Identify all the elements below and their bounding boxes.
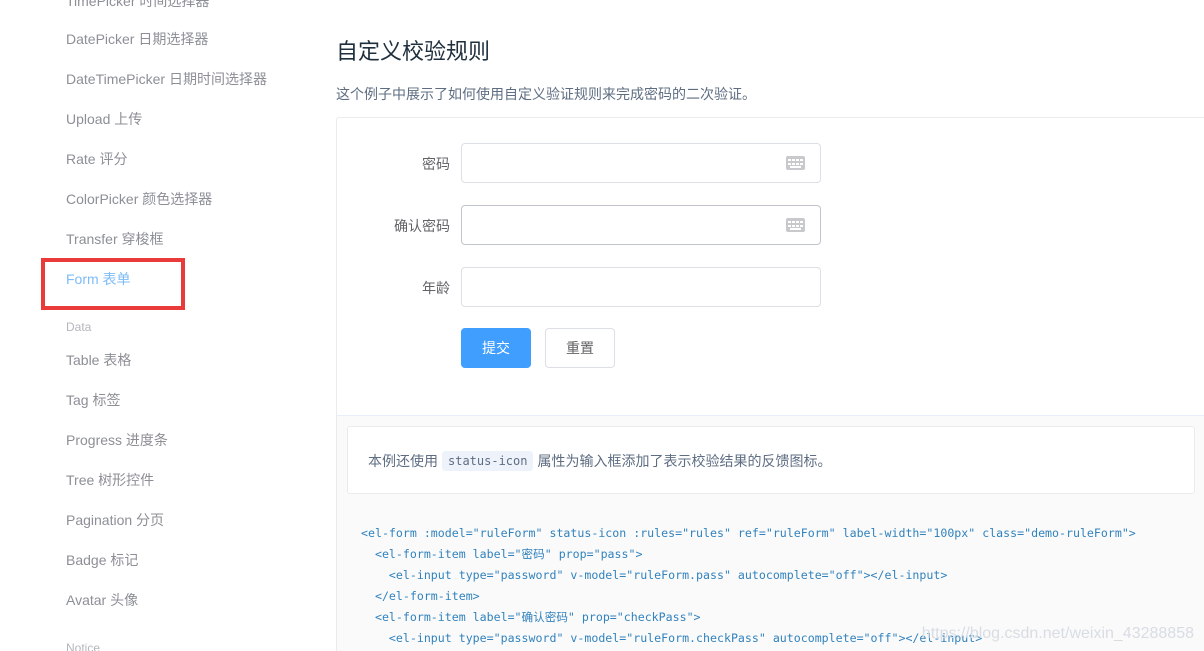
- meta-desc-after: 属性为输入框添加了表示校验结果的反馈图标。: [537, 453, 832, 469]
- sidebar-item-tag[interactable]: Tag 标签: [66, 390, 120, 410]
- sidebar-group-data: Data: [66, 320, 92, 334]
- code-line: <el-form-item label="密码" prop="pass">: [361, 547, 643, 561]
- password-input[interactable]: [461, 143, 821, 183]
- code-line: <el-form :model="ruleForm" status-icon :…: [361, 526, 1136, 540]
- sidebar-item-rate[interactable]: Rate 评分: [66, 149, 127, 169]
- sidebar-item-badge[interactable]: Badge 标记: [66, 550, 138, 570]
- highlight-annotation-box: [41, 258, 185, 310]
- meta-desc-before: 本例还使用: [368, 453, 438, 469]
- code-line: <el-input type="password" v-model="ruleF…: [361, 568, 948, 582]
- demo-form: 密码 确认密码 年龄 提交 重置: [337, 118, 1204, 415]
- sidebar-item-progress[interactable]: Progress 进度条: [66, 430, 168, 450]
- demo-block: 密码 确认密码 年龄 提交 重置 本例还使用 status-icon 属性为输入…: [336, 117, 1204, 651]
- age-input[interactable]: [461, 267, 821, 307]
- sidebar-item-datetimepicker[interactable]: DateTimePicker 日期时间选择器: [66, 69, 267, 89]
- sidebar-item-datepicker[interactable]: DatePicker 日期选择器: [66, 29, 208, 49]
- sidebar-item-avatar[interactable]: Avatar 头像: [66, 590, 138, 610]
- demo-meta: 本例还使用 status-icon 属性为输入框添加了表示校验结果的反馈图标。 …: [337, 415, 1204, 651]
- page-description: 这个例子中展示了如何使用自定义验证规则来完成密码的二次验证。: [336, 86, 756, 102]
- keyboard-icon: [786, 218, 805, 232]
- sidebar-item-pagination[interactable]: Pagination 分页: [66, 510, 164, 530]
- code-line: </el-form-item>: [361, 589, 480, 603]
- sidebar-group-notice: Notice: [66, 641, 101, 651]
- meta-description: 本例还使用 status-icon 属性为输入框添加了表示校验结果的反馈图标。: [347, 426, 1195, 494]
- sidebar-item-table[interactable]: Table 表格: [66, 350, 131, 370]
- sidebar: TimePicker 时间选择器 DatePicker 日期选择器 DateTi…: [0, 0, 320, 651]
- sidebar-item-upload[interactable]: Upload 上传: [66, 109, 142, 129]
- page-title: 自定义校验规则: [336, 39, 491, 64]
- submit-button[interactable]: 提交: [461, 328, 531, 368]
- sidebar-item-tree[interactable]: Tree 树形控件: [66, 470, 154, 490]
- sidebar-item-timepicker[interactable]: TimePicker 时间选择器: [66, 0, 209, 11]
- watermark-text: https://blog.csdn.net/weixin_43288858: [921, 625, 1194, 642]
- sidebar-item-colorpicker[interactable]: ColorPicker 颜色选择器: [66, 189, 212, 209]
- sidebar-item-transfer[interactable]: Transfer 穿梭框: [66, 229, 164, 249]
- password-label: 密码: [422, 156, 450, 172]
- keyboard-icon: [786, 156, 805, 170]
- confirm-password-input[interactable]: [461, 205, 821, 245]
- age-label: 年龄: [422, 280, 450, 296]
- status-icon-code: status-icon: [442, 451, 534, 471]
- confirm-password-label: 确认密码: [394, 218, 450, 234]
- reset-button[interactable]: 重置: [545, 328, 615, 368]
- main-content: 自定义校验规则 这个例子中展示了如何使用自定义验证规则来完成密码的二次验证。 密…: [320, 0, 1204, 651]
